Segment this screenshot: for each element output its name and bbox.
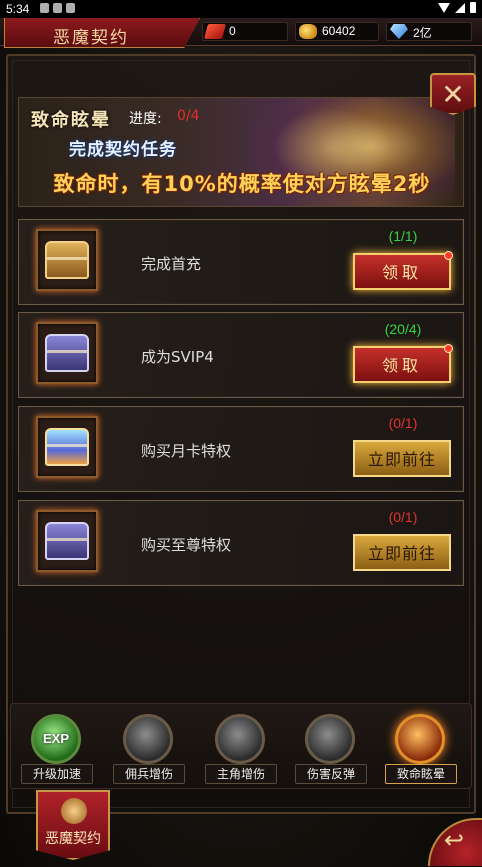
purple-chest-icon: [45, 522, 89, 560]
effect-description: 致命时，有10%的概率使对方眩晕2秒: [53, 172, 431, 196]
back-arrow-icon: ↩: [444, 826, 465, 854]
reward-chest-slot[interactable]: [36, 322, 98, 384]
progress-label: 进度:: [129, 111, 162, 127]
currency-red-ticket[interactable]: 0: [202, 22, 288, 41]
skill-hero-damage[interactable]: 主角增伤: [203, 704, 279, 790]
status-time: 5:34: [6, 2, 30, 16]
banner-subtitle: 完成契约任务: [69, 140, 177, 160]
exp-badge: EXP: [42, 731, 69, 746]
status-notification-icons: [40, 3, 75, 13]
skill-label: 伤害反弹: [295, 764, 367, 784]
close-button[interactable]: ✕: [430, 73, 476, 115]
progress-value: 0/4: [177, 108, 200, 124]
skill-fatal-stun[interactable]: 致命眩晕: [383, 704, 459, 790]
task-name: 购买至尊特权: [141, 536, 232, 554]
gold-chest-icon: [45, 241, 89, 279]
task-progress: (0/1): [388, 415, 418, 431]
contract-banner: 致命眩晕 进度: 0/4 完成契约任务 致命时，有10%的概率使对方眩晕2秒: [18, 97, 464, 207]
game-screen: 恶魔契约 0 60402 2亿 致命眩晕 进度: 0/4 完成契约任务 致命时，…: [0, 18, 482, 867]
battery-icon: [470, 2, 476, 13]
currency-diamond[interactable]: 2亿: [386, 22, 472, 41]
skill-label: 升级加速: [21, 764, 93, 784]
task-progress: (1/1): [388, 228, 418, 244]
skill-label: 主角增伤: [205, 764, 277, 784]
task-row: 购买至尊特权 (0/1) 立即前往: [18, 500, 464, 586]
skill-exp-boost[interactable]: EXP 升级加速: [19, 704, 95, 790]
currency-gold[interactable]: 60402: [295, 22, 379, 41]
currency-value: 0: [229, 24, 236, 38]
top-bar: 恶魔契约 0 60402 2亿: [0, 18, 482, 48]
notification-icon: [66, 3, 75, 13]
skill-mercenary-damage[interactable]: 佣兵增伤: [111, 704, 187, 790]
notification-icon: [40, 3, 49, 13]
notification-dot: [444, 251, 453, 260]
close-icon: ✕: [441, 78, 465, 111]
button-label: 立即前往: [367, 544, 436, 563]
wifi-icon: [438, 2, 450, 13]
stun-icon: [395, 714, 445, 764]
button-label: 领取: [381, 356, 422, 375]
reward-chest-slot[interactable]: [36, 510, 98, 572]
title-tab: 恶魔契约: [4, 18, 200, 48]
demon-contract-tab[interactable]: 恶魔契约: [36, 790, 110, 860]
task-row: 完成首充 (1/1) 领取: [18, 219, 464, 305]
skill-label: 致命眩晕: [385, 764, 457, 784]
go-now-button[interactable]: 立即前往: [353, 534, 451, 571]
task-row: 成为SVIP4 (20/4) 领取: [18, 312, 464, 398]
claim-button[interactable]: 领取: [353, 344, 453, 383]
currency-value: 2亿: [413, 26, 432, 40]
banner-title: 致命眩晕: [31, 110, 111, 131]
task-progress: (20/4): [384, 321, 422, 337]
currency-value: 60402: [322, 24, 356, 38]
skill-label: 佣兵增伤: [113, 764, 185, 784]
signal-icon: [455, 2, 465, 13]
skill-damage-reflect[interactable]: 伤害反弹: [293, 704, 369, 790]
hero-icon: [215, 714, 265, 764]
mercenary-icon: [123, 714, 173, 764]
page-title: 恶魔契约: [53, 28, 129, 48]
task-row: 购买月卡特权 (0/1) 立即前往: [18, 406, 464, 492]
task-name: 购买月卡特权: [141, 442, 232, 460]
android-status-bar: 5:34: [0, 0, 482, 18]
gold-ingot-icon: [299, 24, 317, 39]
reflect-icon: [305, 714, 355, 764]
reward-chest-slot[interactable]: [36, 229, 98, 291]
claim-button[interactable]: 领取: [353, 251, 453, 290]
button-label: 领取: [381, 263, 422, 282]
notification-dot: [444, 344, 453, 353]
red-ticket-icon: [203, 24, 227, 39]
diamond-icon: [390, 24, 408, 39]
crystal-chest-icon: [45, 428, 89, 466]
exp-icon: EXP: [31, 714, 81, 764]
purple-chest-icon: [45, 334, 89, 372]
tab-label: 恶魔契约: [45, 831, 101, 847]
task-name: 成为SVIP4: [141, 348, 214, 366]
back-button[interactable]: ↩: [428, 818, 482, 866]
demon-emblem-icon: [61, 798, 87, 824]
notification-icon: [53, 3, 62, 13]
task-progress: (0/1): [388, 509, 418, 525]
button-label: 立即前往: [367, 450, 436, 469]
reward-chest-slot[interactable]: [36, 416, 98, 478]
status-right-icons: [438, 2, 476, 13]
task-name: 完成首充: [141, 255, 202, 273]
contract-skill-bar: EXP 升级加速 佣兵增伤 主角增伤 伤害反弹 致命眩晕: [10, 703, 472, 789]
go-now-button[interactable]: 立即前往: [353, 440, 451, 477]
